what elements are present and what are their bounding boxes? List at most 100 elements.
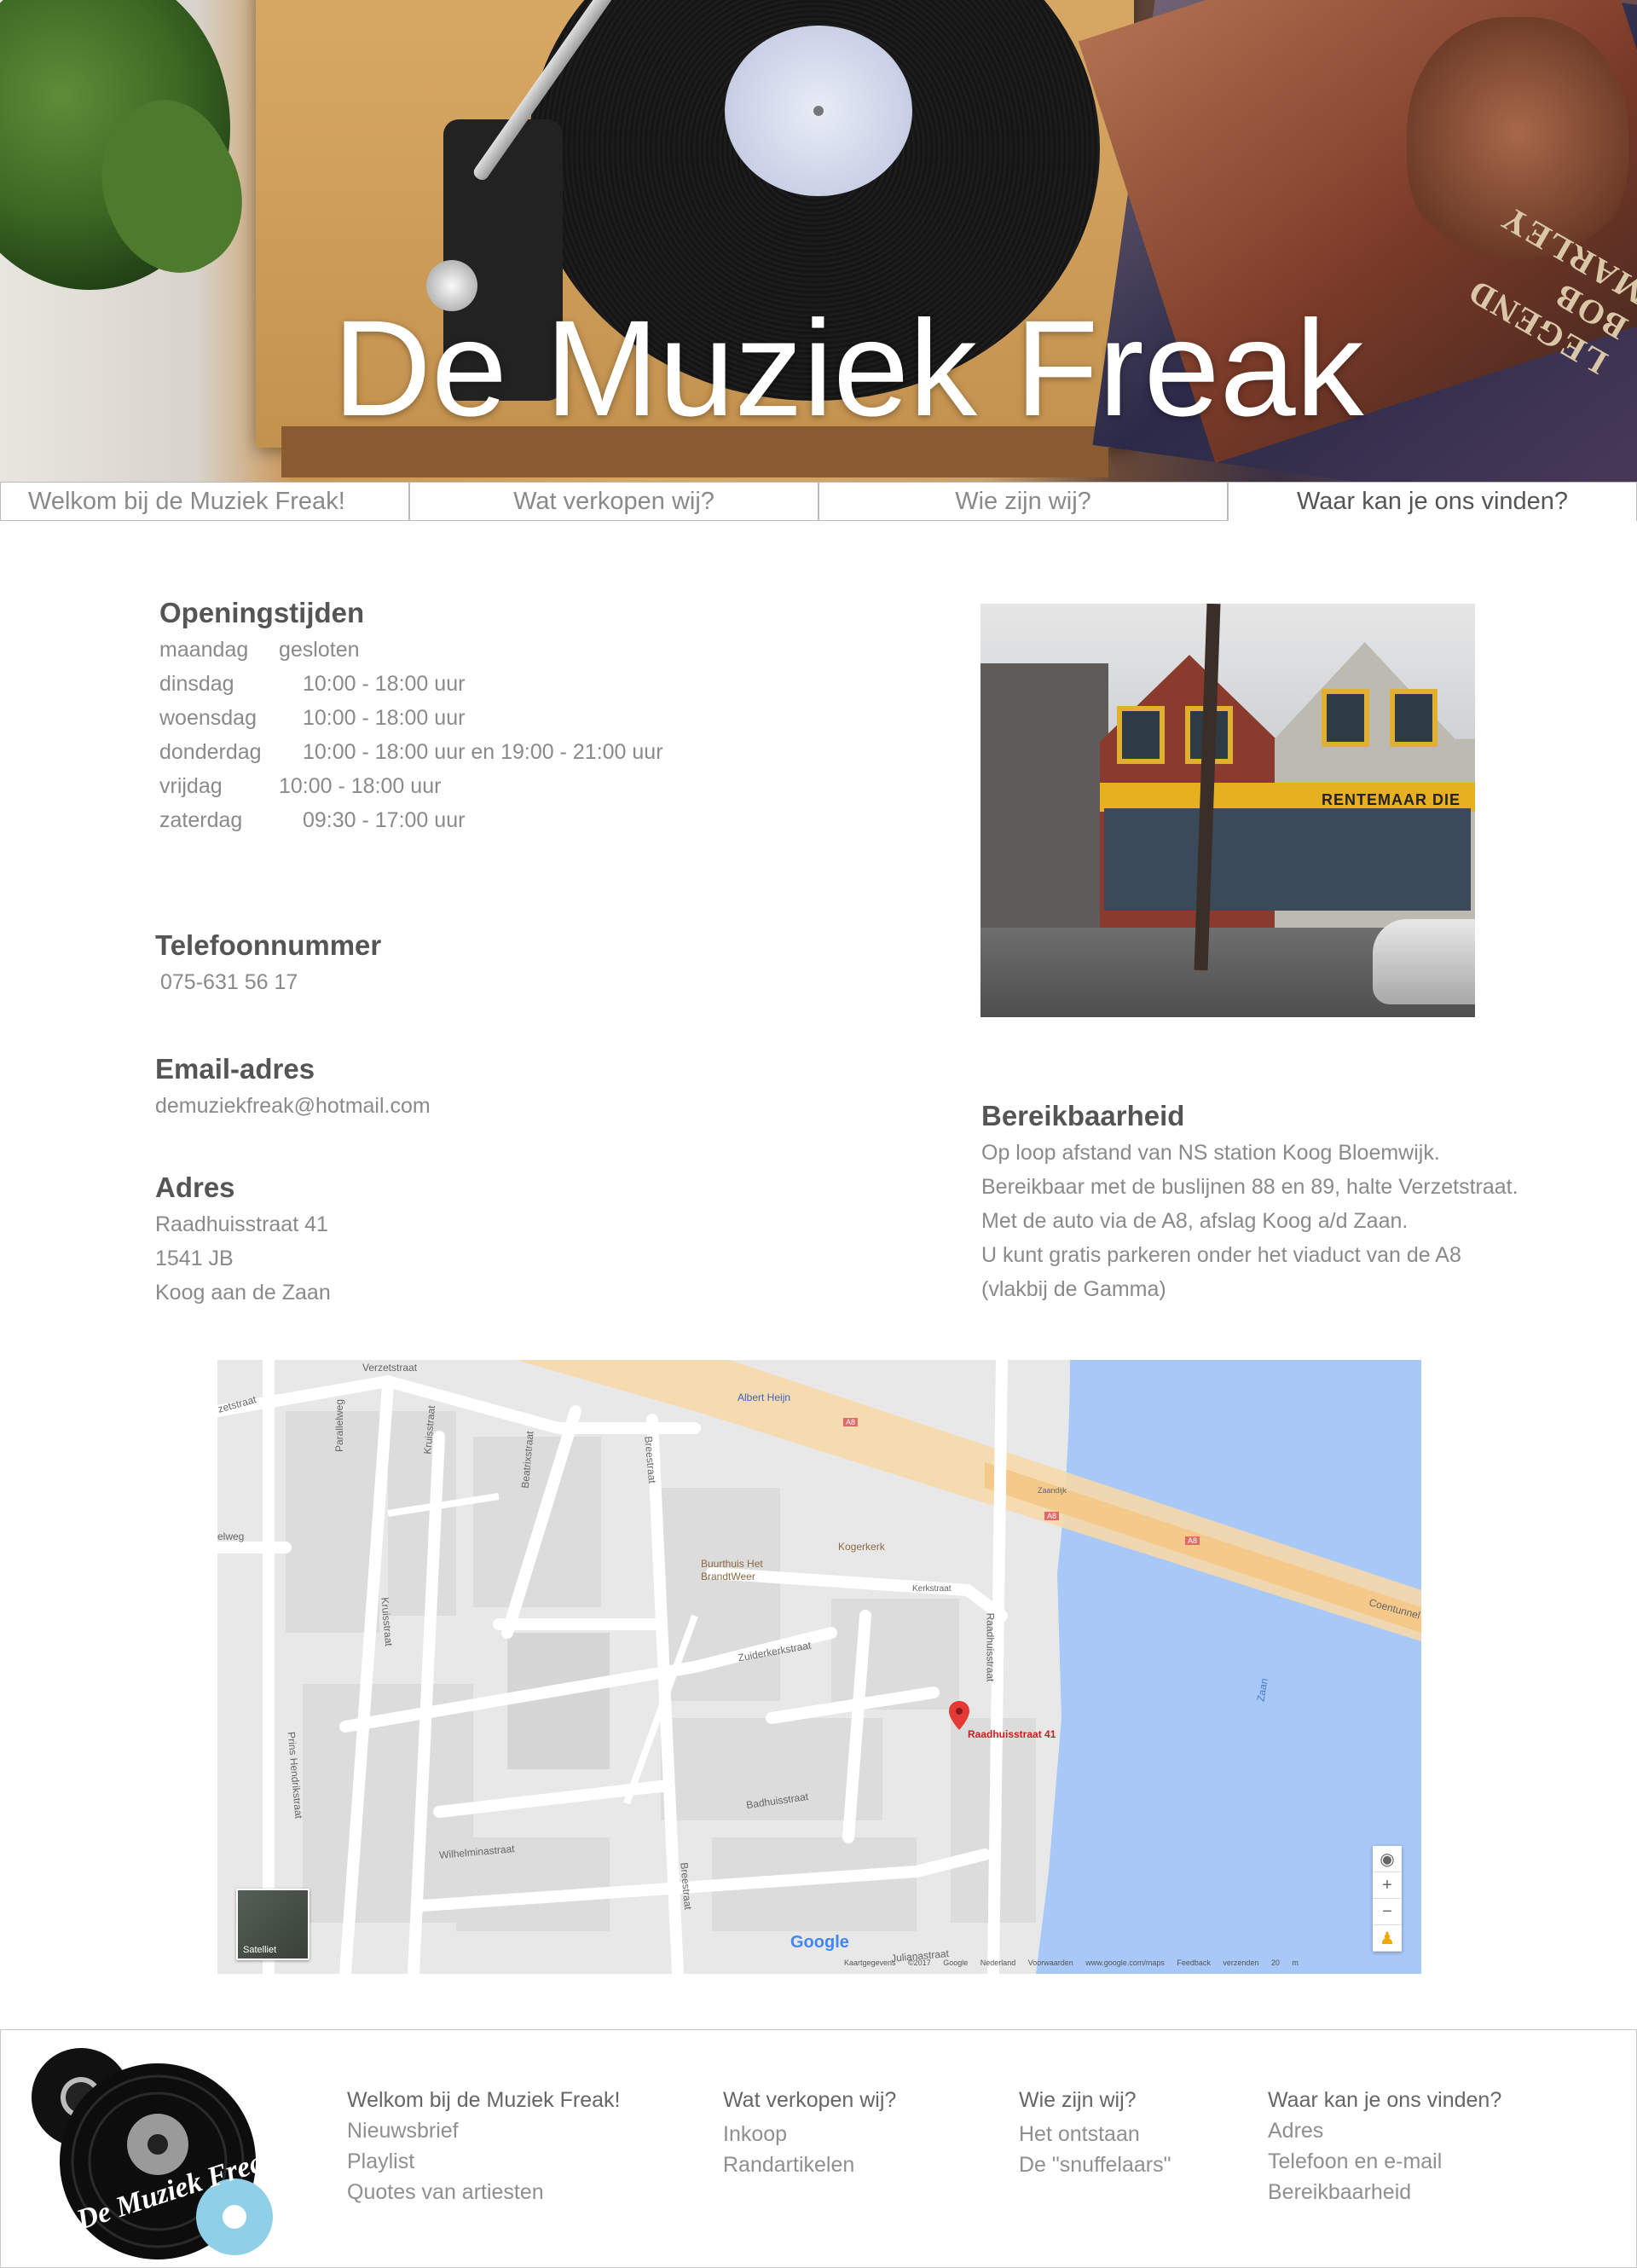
map-poi-label[interactable]: Albert Heijn: [738, 1391, 790, 1403]
map-road-shield: A8: [1185, 1536, 1200, 1545]
map-poi-label[interactable]: Buurthuis Het: [701, 1558, 763, 1570]
map-footnote: Kaartgegevens ©2017 Google Nederland Voo…: [844, 1958, 1299, 1967]
hours-time: 09:30 - 17:00 uur: [303, 808, 466, 832]
photo-car: [1373, 919, 1475, 1004]
phone-section: Telefoonnummer 075-631 56 17: [155, 929, 381, 999]
site-logo[interactable]: De Muziek Freak: [30, 2029, 277, 2268]
map-graphics: [217, 1360, 1421, 1974]
reach-line: (vlakbij de Gamma): [981, 1277, 1166, 1301]
address-heading: Adres: [155, 1172, 235, 1203]
footer-heading[interactable]: Wat verkopen wij?: [723, 2085, 896, 2115]
street-view-icon[interactable]: ♟: [1373, 1925, 1402, 1952]
hours-day: donderdag: [159, 740, 262, 764]
google-map[interactable]: Verzetstraat zetstraat Parallelweg Kruis…: [217, 1360, 1421, 1974]
footer-link[interactable]: Inkoop: [723, 2119, 896, 2149]
nav-tab-wie-zijn-wij[interactable]: Wie zijn wij?: [818, 482, 1228, 521]
footer-link[interactable]: Adres: [1268, 2115, 1501, 2146]
my-location-icon[interactable]: ◉: [1373, 1846, 1402, 1872]
reach-line: Met de auto via de A8, afslag Koog a/d Z…: [981, 1209, 1409, 1233]
footer-link[interactable]: Nieuwsbrief: [347, 2115, 620, 2146]
footer-heading[interactable]: Welkom bij de Muziek Freak!: [347, 2085, 620, 2115]
phone-number: 075-631 56 17: [160, 970, 298, 994]
footer-col-wat-verkopen: Wat verkopen wij? Inkoop Randartikelen: [723, 2085, 896, 2180]
photo-window: [1117, 706, 1165, 764]
footer-link[interactable]: Telefoon en e-mail: [1268, 2146, 1501, 2177]
satellite-toggle[interactable]: Satelliet: [236, 1889, 309, 1960]
hours-section: Openingstijden maandag gesloten dinsdag 10…: [159, 597, 756, 837]
address-postcode: 1541 JB: [155, 1247, 234, 1270]
map-label: Raadhuisstraat: [984, 1612, 997, 1682]
hours-time: gesloten: [279, 638, 360, 662]
hours-row: donderdag 10:00 - 18:00 uur en 19:00 - 21…: [159, 735, 756, 769]
map-road-shield: A8: [843, 1418, 859, 1426]
nav-tab-welkom[interactable]: Welkom bij de Muziek Freak!: [0, 482, 409, 521]
map-label: elweg: [217, 1530, 245, 1542]
photo-window: [1322, 689, 1369, 747]
storefront-photo: RENTEMAAR DIE: [980, 604, 1475, 1017]
hours-time: 10:00 - 18:00 uur: [303, 672, 466, 696]
address-lines: Raadhuisstraat 41 1541 JB Koog aan de Za…: [155, 1207, 331, 1310]
footer-col-waar-vinden: Waar kan je ons vinden? Adres Telefoon e…: [1268, 2085, 1501, 2207]
hours-row: vrijdag 10:00 - 18:00 uur: [159, 769, 756, 803]
hours-row: dinsdag 10:00 - 18:00 uur: [159, 667, 756, 701]
email-heading: Email-adres: [155, 1053, 315, 1085]
zoom-out-button[interactable]: −: [1373, 1899, 1402, 1925]
hours-day: zaterdag: [159, 808, 243, 832]
hours-time: 10:00 - 18:00 uur en 19:00 - 21:00 uur: [303, 740, 663, 764]
hours-row: woensdag 10:00 - 18:00 uur: [159, 701, 756, 735]
reach-line: Op loop afstand van NS station Koog Bloe…: [981, 1141, 1440, 1165]
nav-tab-waar-vinden[interactable]: Waar kan je ons vinden?: [1228, 482, 1637, 521]
footer-heading[interactable]: Waar kan je ons vinden?: [1268, 2085, 1501, 2115]
zoom-in-button[interactable]: +: [1373, 1872, 1402, 1899]
site-title: De Muziek Freak: [333, 292, 1364, 444]
hours-table: maandag gesloten dinsdag 10:00 - 18:00 uur…: [159, 633, 756, 837]
main-nav: Welkom bij de Muziek Freak! Wat verkopen…: [0, 482, 1637, 521]
google-logo: Google: [790, 1933, 849, 1952]
map-pin-label: Raadhuisstraat 41: [968, 1728, 1056, 1740]
email-address[interactable]: demuziekfreak@hotmail.com: [155, 1089, 431, 1123]
hours-day: vrijdag: [159, 774, 223, 798]
satellite-label: Satelliet: [243, 1945, 277, 1955]
reach-section: Bereikbaarheid Op loop afstand van NS st…: [981, 1100, 1518, 1306]
map-label: Parallelweg: [333, 1398, 346, 1453]
hours-day: woensdag: [159, 706, 257, 730]
footer-link[interactable]: De "snuffelaars": [1019, 2149, 1171, 2180]
hours-heading: Openingstijden: [159, 597, 365, 628]
footer-link[interactable]: Bereikbaarheid: [1268, 2177, 1501, 2207]
map-pin-icon[interactable]: [949, 1701, 969, 1730]
map-zoom-controls: ◉ + − ♟: [1373, 1846, 1402, 1952]
address-section: Adres Raadhuisstraat 41 1541 JB Koog aan…: [155, 1172, 331, 1310]
footer-col-welkom: Welkom bij de Muziek Freak! Nieuwsbrief …: [347, 2085, 620, 2207]
hours-row: maandag gesloten: [159, 633, 756, 667]
nav-tab-wat-verkopen[interactable]: Wat verkopen wij?: [409, 482, 818, 521]
map-label: Zaandijk: [1038, 1486, 1067, 1495]
map-label: Verzetstraat: [362, 1362, 418, 1374]
map-poi-label[interactable]: Kogerkerk: [838, 1541, 885, 1553]
footer-heading[interactable]: Wie zijn wij?: [1019, 2085, 1171, 2115]
hours-day: dinsdag: [159, 672, 234, 696]
photo-shop-sign: RENTEMAAR DIE: [1322, 791, 1461, 808]
email-section: Email-adres demuziekfreak@hotmail.com: [155, 1053, 431, 1123]
phone-heading: Telefoonnummer: [155, 929, 382, 961]
photo-building-left: [980, 663, 1108, 945]
hours-row: zaterdag 09:30 - 17:00 uur: [159, 803, 756, 837]
hero-banner: LEGEND BOB MARLEY De Muziek Freak: [0, 0, 1637, 482]
reach-line: U kunt gratis parkeren onder het viaduct…: [981, 1243, 1461, 1267]
reach-line: Bereikbaar met de buslijnen 88 en 89, ha…: [981, 1175, 1518, 1199]
address-city: Koog aan de Zaan: [155, 1281, 331, 1305]
address-street: Raadhuisstraat 41: [155, 1212, 328, 1236]
map-road-shield: A8: [1044, 1512, 1060, 1520]
record-spindle: [813, 106, 824, 116]
reach-text: Op loop afstand van NS station Koog Bloe…: [981, 1136, 1518, 1306]
hours-time: 10:00 - 18:00 uur: [279, 774, 442, 798]
hours-day: maandag: [159, 638, 249, 662]
footer-link[interactable]: Quotes van artiesten: [347, 2177, 620, 2207]
footer-link[interactable]: Randartikelen: [723, 2149, 896, 2180]
footer-col-wie-zijn-wij: Wie zijn wij? Het ontstaan De "snuffelaa…: [1019, 2085, 1171, 2180]
reach-heading: Bereikbaarheid: [981, 1100, 1185, 1131]
map-label: Kerkstraat: [912, 1584, 952, 1594]
map-poi-label[interactable]: BrandtWeer: [701, 1571, 755, 1582]
footer-link[interactable]: Playlist: [347, 2146, 620, 2177]
footer-link[interactable]: Het ontstaan: [1019, 2119, 1171, 2149]
hours-time: 10:00 - 18:00 uur: [303, 706, 466, 730]
